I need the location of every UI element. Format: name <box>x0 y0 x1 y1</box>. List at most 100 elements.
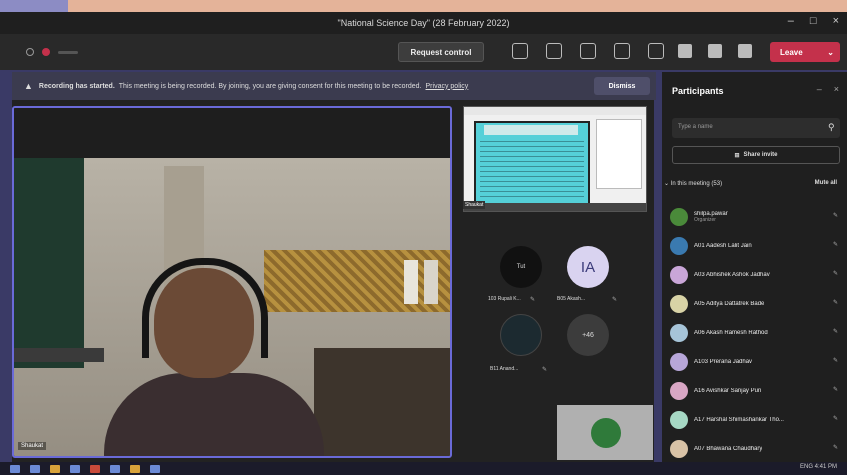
participant-name: shilpa.pawar <box>694 210 728 217</box>
participants-icon[interactable] <box>512 43 528 59</box>
mic-off-icon: ✎ <box>612 297 618 303</box>
screen-share-thumbnail[interactable] <box>463 106 647 212</box>
app-icon[interactable] <box>90 464 100 473</box>
dismiss-button[interactable]: Dismiss <box>594 77 650 95</box>
window-frame-top <box>0 0 847 12</box>
self-avatar <box>591 418 621 448</box>
video-chairs <box>314 348 450 456</box>
participant-name: A01 Aadesh Lalit Jain <box>694 242 752 249</box>
participant-info: shilpa.pawar Organizer <box>694 211 728 223</box>
windows-start-icon[interactable] <box>10 464 20 473</box>
avatar <box>670 294 688 313</box>
chat-icon[interactable] <box>546 43 562 59</box>
video-ceiling <box>14 108 450 158</box>
participant-search-input[interactable]: Type a name <box>672 118 840 138</box>
mic-off-icon: ✎ <box>832 445 838 451</box>
participant-tile[interactable]: IA <box>567 246 609 288</box>
video-blackboard <box>14 158 84 368</box>
panel-minimize-icon[interactable]: – <box>817 84 822 94</box>
more-participants-tile[interactable]: +46 <box>567 314 609 356</box>
search-taskbar-icon[interactable] <box>30 464 40 473</box>
panel-controls: – × <box>817 84 839 94</box>
avatar <box>670 207 688 226</box>
browser-icon[interactable] <box>70 464 80 473</box>
minimize-button[interactable]: – <box>788 15 794 27</box>
chevron-down-icon: ⌄ <box>664 181 671 187</box>
request-control-button[interactable]: Request control <box>398 42 484 62</box>
participant-item[interactable]: A07 Bhawana Chaudhary ✎ <box>670 434 842 463</box>
participant-name: A05 Aditya Dattatrek Bade <box>694 300 765 307</box>
participant-item[interactable]: A05 Aditya Dattatrek Bade ✎ <box>670 289 842 318</box>
window-frame-accent <box>0 0 68 12</box>
banner-message: This meeting is being recorded. By joini… <box>118 82 422 90</box>
close-button[interactable]: × <box>833 15 839 27</box>
mic-off-icon: ✎ <box>542 367 548 373</box>
main-video-feed[interactable] <box>12 106 452 458</box>
in-meeting-section[interactable]: ⌄ In this meeting (53) <box>664 180 839 187</box>
privacy-policy-link[interactable]: Privacy policy <box>426 83 469 90</box>
avatar <box>670 236 688 255</box>
participant-name: A07 Bhawana Chaudhary <box>694 445 763 452</box>
title-bar: "National Science Day" (28 February 2022… <box>0 12 847 34</box>
search-icon[interactable]: ⚲ <box>828 122 841 133</box>
explorer-icon[interactable] <box>50 464 60 473</box>
avatar <box>670 381 688 400</box>
share-invite-label: Share invite <box>743 152 778 158</box>
video-paper <box>424 260 438 304</box>
panel-close-icon[interactable]: × <box>834 84 839 94</box>
more-actions-icon[interactable] <box>648 43 664 59</box>
reactions-icon[interactable] <box>580 43 596 59</box>
meeting-timer <box>58 50 78 54</box>
participant-item[interactable]: A03 Abhishek Ashok Jadhav ✎ <box>670 260 842 289</box>
folder-icon[interactable] <box>130 464 140 473</box>
mute-all-button[interactable]: Mute all <box>815 180 837 186</box>
banner-heading: Recording has started. <box>38 82 115 90</box>
taskbar-apps <box>10 464 160 473</box>
participant-item[interactable]: A17 Harshal Shimashankar Tho... ✎ <box>670 405 842 434</box>
shared-document-text <box>480 141 584 201</box>
participant-tile-name: 103 Rupali K... <box>488 296 521 302</box>
main-video-caption: Shaukat <box>18 442 47 450</box>
section-label: In this meeting (53) <box>670 181 723 187</box>
participant-tile[interactable] <box>500 314 542 356</box>
status-icon <box>26 48 34 56</box>
participants-panel: Participants – × Type a name ⚲ ⊞ Share i… <box>662 72 847 462</box>
participant-item[interactable]: A16 Avishkar Sanjay Puri ✎ <box>670 376 842 405</box>
app-icon[interactable] <box>110 464 120 473</box>
share-screen-icon[interactable] <box>738 44 752 58</box>
share-invite-button[interactable]: ⊞ Share invite <box>672 146 840 164</box>
meeting-actions <box>512 43 664 59</box>
window-title: "National Science Day" (28 February 2022… <box>337 18 510 28</box>
shared-side-panel <box>596 119 642 189</box>
meeting-status <box>26 48 78 56</box>
participant-tile-name: B11 Anand... <box>490 366 519 372</box>
maximize-button[interactable]: □ <box>810 15 817 27</box>
mic-off-icon: ✎ <box>832 271 838 277</box>
leave-button[interactable]: Leave ⌄ <box>770 42 840 62</box>
participant-name: A16 Avishkar Sanjay Puri <box>694 387 762 394</box>
rooms-icon[interactable] <box>614 43 630 59</box>
participant-item[interactable]: A06 Akash Ramesh Rathod ✎ <box>670 318 842 347</box>
avatar <box>670 352 688 371</box>
avatar <box>670 323 688 342</box>
window-controls: – □ × <box>788 15 839 27</box>
participant-item[interactable]: A103 Prerana Jadhav ✎ <box>670 347 842 376</box>
avatar <box>670 265 688 284</box>
participant-item[interactable]: A01 Aadesh Lalit Jain ✎ <box>670 231 842 260</box>
leave-label: Leave <box>780 47 803 57</box>
participant-tile[interactable]: Tut <box>500 246 542 288</box>
participant-item[interactable]: shilpa.pawar Organizer ✎ <box>670 202 842 231</box>
video-board-tray <box>14 348 104 362</box>
mic-off-icon: ✎ <box>832 213 838 219</box>
teams-icon[interactable] <box>150 464 160 473</box>
video-paper <box>404 260 418 304</box>
avatar <box>670 410 688 429</box>
mic-off-icon: ✎ <box>832 358 838 364</box>
participant-name: A03 Abhishek Ashok Jadhav <box>694 271 770 278</box>
participants-title: Participants <box>672 86 724 96</box>
camera-icon[interactable] <box>678 44 692 58</box>
mic-icon[interactable] <box>708 44 722 58</box>
chevron-down-icon[interactable]: ⌄ <box>827 48 834 57</box>
system-tray[interactable]: ENG 4:41 PM <box>800 464 837 470</box>
mic-off-icon: ✎ <box>530 297 536 303</box>
